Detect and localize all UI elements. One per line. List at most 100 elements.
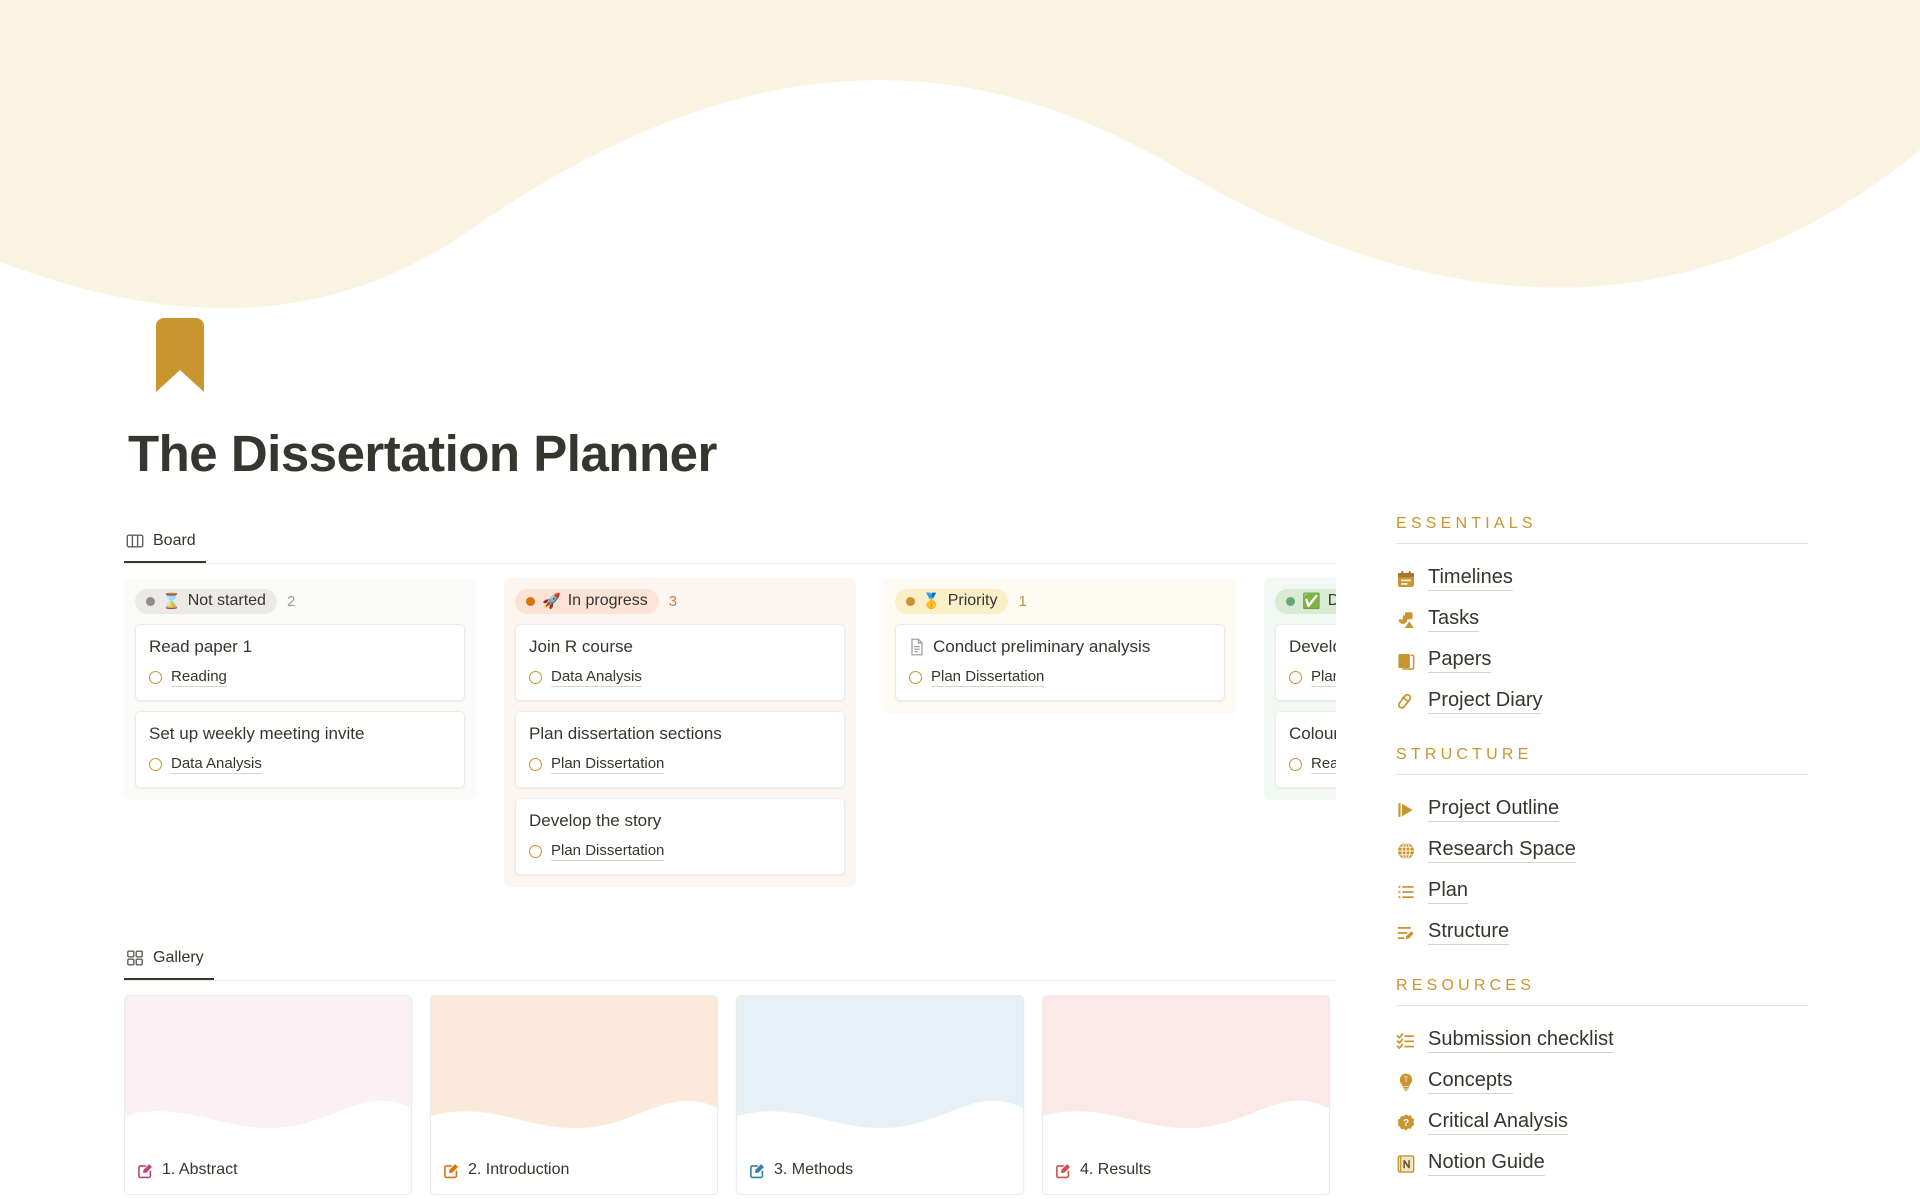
- status-dot: [146, 596, 155, 606]
- tab-gallery[interactable]: Gallery: [124, 937, 214, 980]
- board-card[interactable]: Plan dissertation sections Plan Disserta…: [515, 711, 845, 788]
- card-relation[interactable]: Plan Dissertation: [529, 842, 831, 861]
- bullet-list-icon: [1396, 882, 1416, 902]
- gallery-card-label: 1. Abstract: [162, 1161, 238, 1178]
- board-card[interactable]: Conduct preliminary analysis Plan Disser…: [895, 624, 1225, 701]
- calendar-icon: [1396, 569, 1416, 589]
- relation-ring-icon: [529, 758, 542, 771]
- board-card[interactable]: Join R course Data Analysis: [515, 624, 845, 701]
- gallery-card[interactable]: 3. Methods: [736, 995, 1024, 1195]
- sidebar-item-label: Critical Analysis: [1428, 1110, 1569, 1135]
- sidebar-item-label: Project Diary: [1428, 689, 1543, 714]
- sidebar-item-research-space[interactable]: Research Space: [1396, 830, 1808, 871]
- sidebar-item-structure[interactable]: Structure: [1396, 912, 1808, 953]
- hourglass-emoji-icon: ⌛: [162, 592, 181, 610]
- memo-icon: [749, 1162, 766, 1179]
- sidebar-item-critical-analysis[interactable]: ? Critical Analysis: [1396, 1102, 1808, 1143]
- status-label: In progress: [567, 592, 648, 609]
- sidebar-item-label: Papers: [1428, 648, 1492, 673]
- board-column-notstarted: ⌛ Not started 2 Read paper 1 Reading Set…: [124, 578, 476, 800]
- board-column-header[interactable]: ⌛ Not started 2: [135, 587, 465, 615]
- relation-label: Data Analysis: [551, 668, 642, 687]
- relation-label: Data Analysis: [171, 755, 262, 774]
- card-relation[interactable]: Plan Dissertation: [529, 755, 831, 774]
- sidebar-section-heading: RESOURCES: [1396, 977, 1536, 994]
- relation-ring-icon: [909, 671, 922, 684]
- sidebar-item-notion-guide[interactable]: Notion Guide: [1396, 1143, 1808, 1184]
- board-column-header[interactable]: 🥇 Priority 1: [895, 587, 1225, 615]
- board-column-header[interactable]: ✅ Done 2: [1275, 587, 1336, 615]
- sidebar-item-project-diary[interactable]: Project Diary: [1396, 681, 1808, 722]
- sidebar-item-label: Notion Guide: [1428, 1151, 1545, 1176]
- check-mark-emoji-icon: ✅: [1302, 592, 1321, 610]
- svg-text:?: ?: [1403, 1118, 1409, 1129]
- board: ⌛ Not started 2 Read paper 1 Reading Set…: [124, 578, 1336, 887]
- board-column-priority: 🥇 Priority 1 Conduct preliminary analysi…: [884, 578, 1236, 713]
- board-columns-icon: [126, 532, 144, 550]
- gallery-cover: [1043, 996, 1329, 1148]
- board-card[interactable]: Read paper 1 Reading: [135, 624, 465, 701]
- card-relation[interactable]: Reading: [1289, 755, 1336, 774]
- status-chip-inprogress: 🚀 In progress: [515, 588, 659, 614]
- card-title: Join R course: [529, 637, 633, 656]
- card-title: Read paper 1: [149, 637, 253, 656]
- board-card[interactable]: Set up weekly meeting invite Data Analys…: [135, 711, 465, 788]
- gallery-card-label-row: 1. Abstract: [125, 1148, 411, 1179]
- sidebar-item-submission-checklist[interactable]: Submission checklist: [1396, 1020, 1808, 1061]
- gallery-card[interactable]: 2. Introduction: [430, 995, 718, 1195]
- relation-ring-icon: [529, 671, 542, 684]
- question-badge-icon: ?: [1396, 1113, 1416, 1133]
- tab-board[interactable]: Board: [124, 520, 206, 563]
- status-label: Priority: [947, 592, 998, 609]
- list-edit-icon: [1396, 923, 1416, 943]
- sidebar-section-resources: RESOURCES Submission checklist T Concept…: [1396, 977, 1808, 1184]
- sidebar-item-plan[interactable]: Plan: [1396, 871, 1808, 912]
- sidebar-item-tasks[interactable]: Tasks: [1396, 599, 1808, 640]
- relation-ring-icon: [149, 758, 162, 771]
- memo-icon: [137, 1162, 154, 1179]
- sidebar-item-label: Research Space: [1428, 838, 1576, 863]
- sidebar-section-heading: ESSENTIALS: [1396, 515, 1537, 532]
- column-count: 2: [286, 592, 296, 610]
- gallery-card[interactable]: 1. Abstract: [124, 995, 412, 1195]
- card-relation[interactable]: Data Analysis: [149, 755, 451, 774]
- relation-label: Reading: [171, 668, 227, 687]
- relation-label: Plan Dissertation: [1311, 668, 1336, 687]
- card-relation[interactable]: Plan Dissertation: [1289, 668, 1336, 687]
- bookmark-icon[interactable]: [152, 318, 208, 392]
- status-chip-notstarted: ⌛ Not started: [135, 588, 277, 614]
- notion-n-icon: [1396, 1154, 1416, 1174]
- status-dot: [526, 596, 535, 606]
- sidebar-item-label: Tasks: [1428, 607, 1480, 632]
- gallery-card-label: 2. Introduction: [468, 1161, 570, 1178]
- board-column-header[interactable]: 🚀 In progress 3: [515, 587, 845, 615]
- page-root: The Dissertation Planner Board ⌛ Not sta…: [0, 0, 1920, 1199]
- sidebar-item-label: Structure: [1428, 920, 1510, 945]
- board-card[interactable]: Develop a research question Plan Dissert…: [1275, 624, 1336, 701]
- sidebar: ESSENTIALS Timelines Tasks Papers Projec…: [1396, 515, 1808, 1199]
- sidebar-item-papers[interactable]: Papers: [1396, 640, 1808, 681]
- relation-label: Plan Dissertation: [931, 668, 1045, 687]
- sidebar-section-structure: STRUCTURE Project Outline Research Space…: [1396, 746, 1808, 953]
- sidebar-item-label: Timelines: [1428, 566, 1513, 591]
- board-card[interactable]: Colour code key themes Reading: [1275, 711, 1336, 788]
- gallery-card[interactable]: 4. Results: [1042, 995, 1330, 1195]
- card-relation[interactable]: Reading: [149, 668, 451, 687]
- main-content: Board ⌛ Not started 2 Read paper 1 Readi…: [124, 520, 1336, 1195]
- sidebar-item-timelines[interactable]: Timelines: [1396, 558, 1808, 599]
- sidebar-section-heading: STRUCTURE: [1396, 746, 1533, 763]
- relation-ring-icon: [529, 845, 542, 858]
- relation-ring-icon: [1289, 671, 1302, 684]
- board-card[interactable]: Develop the story Plan Dissertation: [515, 798, 845, 875]
- card-title: Develop a research question: [1289, 637, 1336, 656]
- card-relation[interactable]: Plan Dissertation: [909, 668, 1211, 687]
- gallery-cover: [737, 996, 1023, 1148]
- card-relation[interactable]: Data Analysis: [529, 668, 831, 687]
- page-icon: [909, 638, 925, 656]
- pen-icon: [1396, 692, 1416, 712]
- sidebar-item-concepts[interactable]: T Concepts: [1396, 1061, 1808, 1102]
- sidebar-item-project-outline[interactable]: Project Outline: [1396, 789, 1808, 830]
- page-title: The Dissertation Planner: [128, 425, 717, 482]
- gallery-card-label-row: 2. Introduction: [431, 1148, 717, 1179]
- status-dot: [906, 596, 915, 606]
